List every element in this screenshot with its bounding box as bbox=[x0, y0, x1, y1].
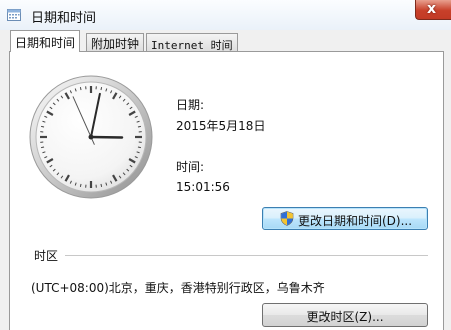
close-icon: x bbox=[427, 1, 437, 17]
clock-minute-tick bbox=[137, 146, 141, 149]
clock-minute-tick bbox=[41, 125, 45, 128]
clock-minute-tick bbox=[100, 183, 103, 187]
clock-minute-tick bbox=[79, 87, 82, 91]
clock-minute-tick bbox=[100, 87, 103, 91]
change-date-time-label: 更改日期和时间(D)... bbox=[298, 214, 413, 228]
calendar-clock-icon bbox=[7, 9, 21, 21]
window-title: 日期和时间 bbox=[31, 11, 97, 26]
timezone-value: (UTC+08:00)北京，重庆，香港特别行政区，乌鲁木齐 bbox=[31, 281, 325, 295]
clock-minute-tick bbox=[79, 183, 82, 187]
change-timezone-button[interactable]: 更改时区(Z)... bbox=[262, 303, 428, 327]
tab-additional-clocks[interactable]: 附加时钟 bbox=[86, 33, 145, 51]
tab-date-and-time[interactable]: 日期和时间 bbox=[10, 30, 81, 52]
tab-internet-time[interactable]: Internet 时间 bbox=[146, 33, 238, 52]
tab-label: 日期和时间 bbox=[15, 36, 76, 50]
title-bar: 日期和时间 x bbox=[0, 0, 451, 30]
timezone-divider bbox=[65, 255, 428, 256]
clock-minute-tick bbox=[41, 146, 45, 149]
tab-label: 附加时钟 bbox=[91, 37, 140, 51]
clock-minute-tick bbox=[137, 125, 141, 128]
clock-center-cap bbox=[88, 134, 94, 140]
date-label: 日期: bbox=[176, 98, 205, 112]
clock-hour-hand bbox=[89, 135, 124, 139]
date-value: 2015年5月18日 bbox=[176, 119, 266, 133]
uac-shield-icon bbox=[280, 211, 294, 226]
timezone-section-label: 时区 bbox=[34, 249, 59, 263]
time-label: 时间: bbox=[176, 160, 205, 174]
close-button[interactable]: x bbox=[415, 0, 451, 20]
change-date-time-button[interactable]: 更改日期和时间(D)... bbox=[262, 207, 428, 230]
analog-clock bbox=[29, 75, 153, 199]
time-value: 15:01:56 bbox=[176, 180, 230, 194]
change-timezone-label: 更改时区(Z)... bbox=[306, 310, 384, 324]
